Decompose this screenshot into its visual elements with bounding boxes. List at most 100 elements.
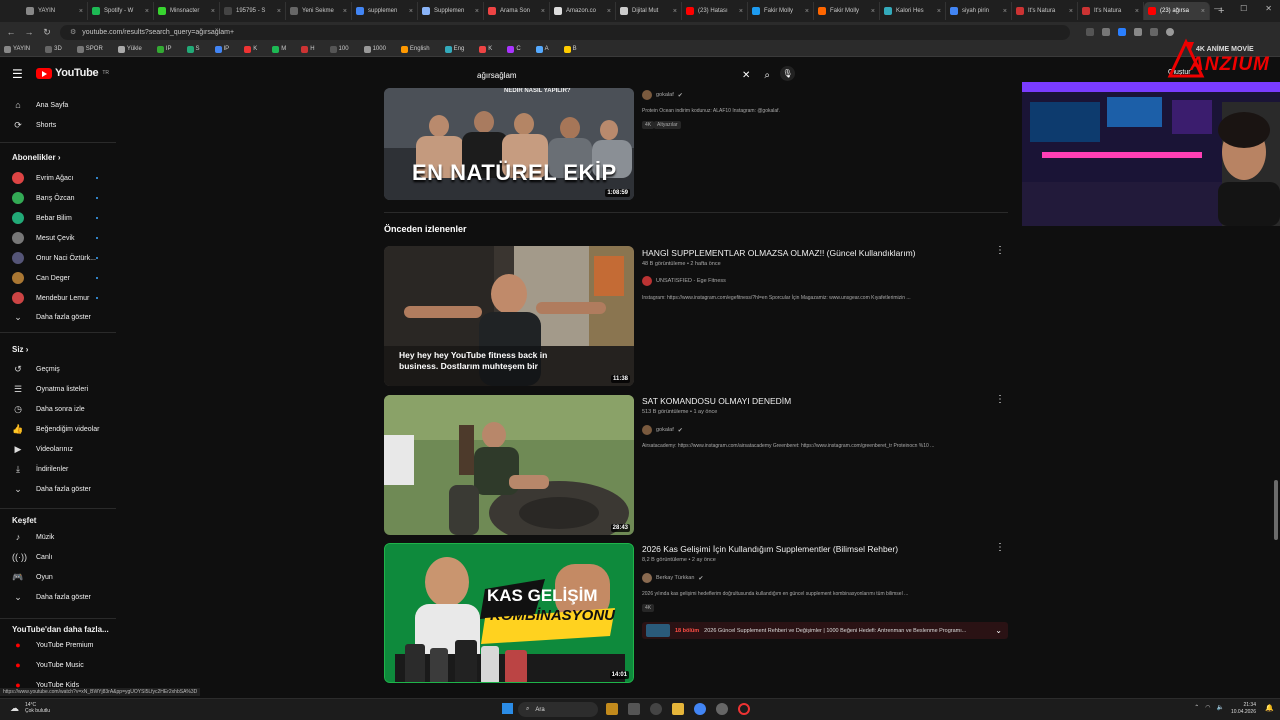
app-icon[interactable] bbox=[716, 703, 728, 715]
sidebar-item-live[interactable]: ((·)) Canlı bbox=[12, 552, 52, 562]
notifications-icon[interactable]: 🔔 bbox=[1265, 704, 1274, 712]
video-thumbnail[interactable]: 28:43 bbox=[384, 395, 634, 535]
close-tab-icon[interactable]: × bbox=[805, 8, 809, 15]
sidebar-channel-item[interactable]: Mesut Çevik bbox=[12, 232, 75, 244]
browser-tab[interactable]: Amazon.co × bbox=[550, 2, 616, 20]
channel-link[interactable]: gokalaf ✔ bbox=[642, 90, 683, 100]
bookmark-item[interactable]: K bbox=[479, 45, 492, 53]
more-actions-icon[interactable]: ⋮ bbox=[995, 542, 1005, 553]
sidebar-channel-item[interactable]: Can Deger bbox=[12, 272, 70, 284]
chapters-row[interactable]: 18 bölüm 2026 Güncel Supplement Rehberi … bbox=[642, 622, 1008, 639]
browser-tab[interactable]: Arama Son × bbox=[484, 2, 550, 20]
bookmark-item[interactable]: Eng bbox=[444, 45, 464, 53]
close-tab-icon[interactable]: × bbox=[277, 8, 281, 15]
channel-link[interactable]: UNSATISFIED - Ege Fitness bbox=[642, 276, 726, 286]
browser-tab[interactable]: supplemen × bbox=[352, 2, 418, 20]
back-icon[interactable]: ← bbox=[6, 27, 16, 37]
video-thumbnail[interactable]: KAS GELİŞİM KOMBİNASYONU 14:01 bbox=[384, 543, 634, 683]
browser-tab[interactable]: Spotify - W × bbox=[88, 2, 154, 20]
windows-start-icon[interactable] bbox=[502, 703, 513, 714]
browser-tab[interactable]: Fakir Molly × bbox=[748, 2, 814, 20]
browser-tab[interactable]: Fakir Molly × bbox=[814, 2, 880, 20]
search-box[interactable]: ağırsağlam ✕ ⌕ bbox=[470, 65, 770, 85]
close-tab-icon[interactable]: × bbox=[1003, 8, 1007, 15]
sidebar-item-history[interactable]: ↺ Geçmiş bbox=[12, 364, 60, 375]
browser-tab[interactable]: It's Natura × bbox=[1078, 2, 1144, 20]
more-actions-icon[interactable]: ⋮ bbox=[995, 245, 1005, 256]
browser-tab[interactable]: 195795 - S × bbox=[220, 2, 286, 20]
more-actions-icon[interactable]: ⋮ bbox=[995, 394, 1005, 405]
browser-tab[interactable]: YAYIN × bbox=[22, 2, 88, 20]
browser-tab[interactable]: (23) ağırsa × bbox=[1144, 2, 1210, 20]
bookmark-item[interactable]: 1000 bbox=[363, 45, 386, 53]
extension-icon[interactable] bbox=[1150, 28, 1158, 36]
sidebar-item-home[interactable]: ⌂ Ana Sayfa bbox=[12, 100, 68, 110]
sidebar-item-playlists[interactable]: ☰ Oynatma listeleri bbox=[12, 384, 88, 395]
close-tab-icon[interactable]: × bbox=[409, 8, 413, 15]
browser-tab[interactable]: siyah pirin × bbox=[946, 2, 1012, 20]
sidebar-channel-item[interactable]: Barış Özcan bbox=[12, 192, 75, 204]
sidebar-item-gaming[interactable]: 🎮 Oyun bbox=[12, 572, 52, 583]
sidebar-item-music[interactable]: ♪ Müzik bbox=[12, 532, 55, 542]
profile-icon[interactable] bbox=[1166, 28, 1174, 36]
bookmark-item[interactable]: IP bbox=[214, 45, 229, 53]
browser-tab[interactable]: Kalori Hes × bbox=[880, 2, 946, 20]
close-tab-icon[interactable]: × bbox=[871, 8, 875, 15]
bookmark-item[interactable]: A bbox=[535, 45, 549, 53]
bookmark-item[interactable]: H bbox=[301, 45, 315, 53]
chevron-down-icon[interactable]: ⌄ bbox=[995, 626, 1002, 635]
url-field[interactable]: ⚙ youtube.com/results?search_query=ağırs… bbox=[60, 24, 1070, 40]
bookmark-item[interactable]: B bbox=[563, 45, 577, 53]
search-input[interactable]: ağırsağlam bbox=[470, 71, 742, 80]
close-tab-icon[interactable]: × bbox=[343, 8, 347, 15]
browser-tab[interactable]: It's Natura × bbox=[1012, 2, 1078, 20]
video-title[interactable]: 2026 Kas Gelişimi İçin Kullandığım Suppl… bbox=[642, 544, 898, 554]
video-thumbnail[interactable]: NEDİR NASIL YAPILIR? EN NATÜREL EKİP 1:0… bbox=[384, 88, 634, 200]
close-tab-icon[interactable]: × bbox=[475, 8, 479, 15]
browser-tab[interactable]: Dijital Mut × bbox=[616, 2, 682, 20]
sidebar-item-chevron-down[interactable]: ⌄ Daha fazla göster bbox=[12, 484, 91, 495]
bookmark-item[interactable]: 100 bbox=[329, 45, 349, 53]
sidebar-item-your-videos[interactable]: ▶ Videolarınız bbox=[12, 444, 73, 455]
bookmark-item[interactable]: Yükle bbox=[117, 45, 142, 53]
menu-icon[interactable]: ☰ bbox=[12, 67, 23, 81]
close-tab-icon[interactable]: × bbox=[211, 8, 215, 15]
task-view-icon[interactable] bbox=[628, 703, 640, 715]
forward-icon[interactable]: → bbox=[24, 27, 34, 37]
sidebar-item-youtube-premium[interactable]: ● YouTube Premium bbox=[12, 640, 93, 650]
sidebar-channel-item[interactable]: Mendebur Lemur bbox=[12, 292, 89, 304]
browser-tab[interactable]: (23) Hatası × bbox=[682, 2, 748, 20]
chevron-up-icon[interactable]: ⌃ bbox=[1194, 704, 1199, 711]
wifi-icon[interactable]: ◠ bbox=[1205, 704, 1210, 711]
extension-icon[interactable] bbox=[1134, 28, 1142, 36]
channel-link[interactable]: gokalaf ✔ bbox=[642, 425, 683, 435]
video-title[interactable]: SAT KOMANDOSU OLMAYI DENEDİM bbox=[642, 396, 791, 406]
sidebar-channel-item[interactable]: Evrim Ağacı bbox=[12, 172, 73, 184]
app-icon[interactable] bbox=[606, 703, 618, 715]
bookmark-item[interactable]: English bbox=[400, 45, 430, 53]
sidebar-item-downloads[interactable]: ⤓ İndirilenler bbox=[12, 464, 68, 475]
scrollbar-thumb[interactable] bbox=[1274, 480, 1278, 540]
site-info-icon[interactable]: ⚙ bbox=[70, 28, 76, 36]
channel-link[interactable]: Berkay Türkkan ✔ bbox=[642, 573, 703, 583]
close-tab-icon[interactable]: × bbox=[541, 8, 545, 15]
star-icon[interactable] bbox=[1102, 28, 1110, 36]
file-explorer-icon[interactable] bbox=[672, 703, 684, 715]
subscriptions-more-button[interactable]: ⌄ Daha fazla göster bbox=[12, 312, 91, 323]
bookmark-item[interactable]: C bbox=[507, 45, 521, 53]
weather-widget[interactable]: ☁ 14°C Çok bulutlu bbox=[10, 702, 50, 714]
volume-icon[interactable]: 🔈 bbox=[1217, 704, 1224, 711]
app-icon[interactable] bbox=[650, 703, 662, 715]
sidebar-channel-item[interactable]: Onur Naci Öztürk... bbox=[12, 252, 96, 264]
bookmark-item[interactable]: M bbox=[272, 45, 286, 53]
chrome-icon[interactable] bbox=[694, 703, 706, 715]
close-tab-icon[interactable]: × bbox=[1201, 8, 1205, 15]
sidebar-item-chevron-down[interactable]: ⌄ Daha fazla göster bbox=[12, 592, 91, 603]
extension-icon[interactable] bbox=[1086, 28, 1094, 36]
close-tab-icon[interactable]: × bbox=[673, 8, 677, 15]
clear-search-icon[interactable]: ✕ bbox=[742, 70, 750, 81]
you-heading[interactable]: Siz › bbox=[12, 345, 28, 354]
bookmark-item[interactable]: K bbox=[244, 45, 257, 53]
search-icon[interactable]: ⌕ bbox=[764, 70, 770, 81]
close-window-icon[interactable]: ✕ bbox=[1265, 4, 1272, 13]
